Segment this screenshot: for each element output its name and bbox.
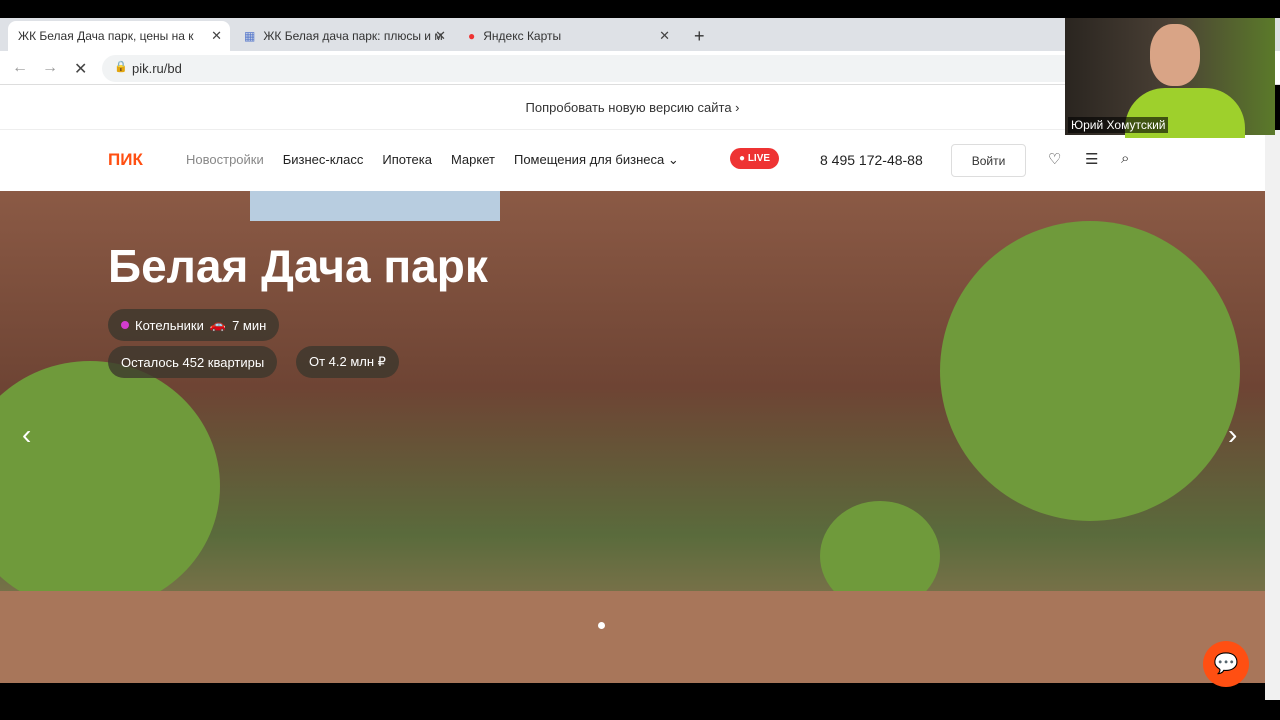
- forward-icon[interactable]: →: [42, 59, 58, 77]
- chat-bubble-icon: 💬: [1213, 653, 1239, 675]
- favorites-heart-icon[interactable]: ♡: [1048, 150, 1061, 168]
- tab-3[interactable]: ● Яндекс Карты ✕: [458, 21, 678, 51]
- main-menu: Новостройки Бизнес-класс Ипотека Маркет …: [186, 152, 679, 168]
- url-text: pik.ru/bd: [132, 61, 182, 76]
- menu-business-class[interactable]: Бизнес-класс: [283, 152, 364, 168]
- live-badge[interactable]: ● LIVE: [730, 148, 780, 169]
- close-icon[interactable]: ✕: [435, 28, 446, 44]
- price-chip: От 4.2 млн ₽: [296, 346, 399, 378]
- prev-slide-icon[interactable]: ‹: [22, 419, 31, 451]
- webcam-overlay: Юрий Хомутский: [1065, 18, 1275, 138]
- close-icon[interactable]: ✕: [659, 28, 670, 44]
- slide-indicator[interactable]: [598, 622, 605, 629]
- menu-commercial[interactable]: Помещения для бизнеса ⌄: [514, 152, 679, 168]
- close-icon[interactable]: ✕: [211, 28, 222, 44]
- tab-title: ЖК Белая Дача парк, цены на к: [18, 29, 194, 43]
- tab-2[interactable]: ▦ ЖК Белая дача парк: плюсы и м ✕: [234, 21, 454, 51]
- tab-title: ЖК Белая дача парк: плюсы и м: [263, 29, 443, 43]
- compare-list-icon[interactable]: ☰: [1085, 150, 1098, 168]
- stop-loading-icon[interactable]: ✕: [74, 59, 87, 79]
- tab-title: Яндекс Карты: [483, 29, 562, 43]
- search-icon[interactable]: ⌕: [1121, 150, 1129, 167]
- next-slide-icon[interactable]: ›: [1228, 419, 1237, 451]
- metro-station: Котельники: [135, 317, 204, 333]
- login-button[interactable]: Войти: [951, 144, 1026, 177]
- menu-novostroiki[interactable]: Новостройки: [186, 152, 264, 168]
- car-icon: 🚗: [209, 317, 227, 332]
- map-pin-icon: ●: [468, 29, 476, 43]
- scrollbar[interactable]: [1265, 130, 1280, 700]
- phone-number[interactable]: 8 495 172-48-88: [820, 152, 923, 168]
- back-icon[interactable]: ←: [12, 59, 28, 77]
- tree-image: [940, 221, 1240, 521]
- url-input[interactable]: 🔒 pik.ru/bd: [102, 55, 1102, 82]
- webcam-face: [1150, 24, 1200, 86]
- complex-title: Белая Дача парк: [108, 240, 488, 292]
- new-tab-button[interactable]: +: [684, 21, 715, 51]
- menu-mortgage[interactable]: Ипотека: [382, 152, 432, 168]
- menu-market[interactable]: Маркет: [451, 152, 495, 168]
- tree-image: [0, 361, 220, 611]
- hero-sky: [250, 191, 500, 221]
- location-chip: Котельники 🚗 7 мин: [108, 309, 280, 341]
- hero-banner: Белая Дача парк Котельники 🚗 7 мин Осталос…: [0, 191, 1265, 683]
- playground-ground: [0, 591, 1265, 683]
- site-header: ПИК Новостройки Бизнес-класс Ипотека Мар…: [0, 130, 1265, 191]
- pik-logo[interactable]: ПИК: [108, 150, 143, 170]
- remaining-chip: Осталось 452 квартиры: [108, 346, 278, 378]
- favicon-icon: ▦: [244, 29, 256, 43]
- lock-icon: 🔒: [114, 61, 128, 73]
- travel-time: 7 мин: [232, 317, 267, 333]
- webcam-name: Юрий Хомутский: [1068, 117, 1169, 133]
- chat-button[interactable]: 💬: [1203, 641, 1249, 687]
- tab-1[interactable]: ЖК Белая Дача парк, цены на к ✕: [8, 21, 230, 51]
- metro-dot-icon: [121, 321, 129, 329]
